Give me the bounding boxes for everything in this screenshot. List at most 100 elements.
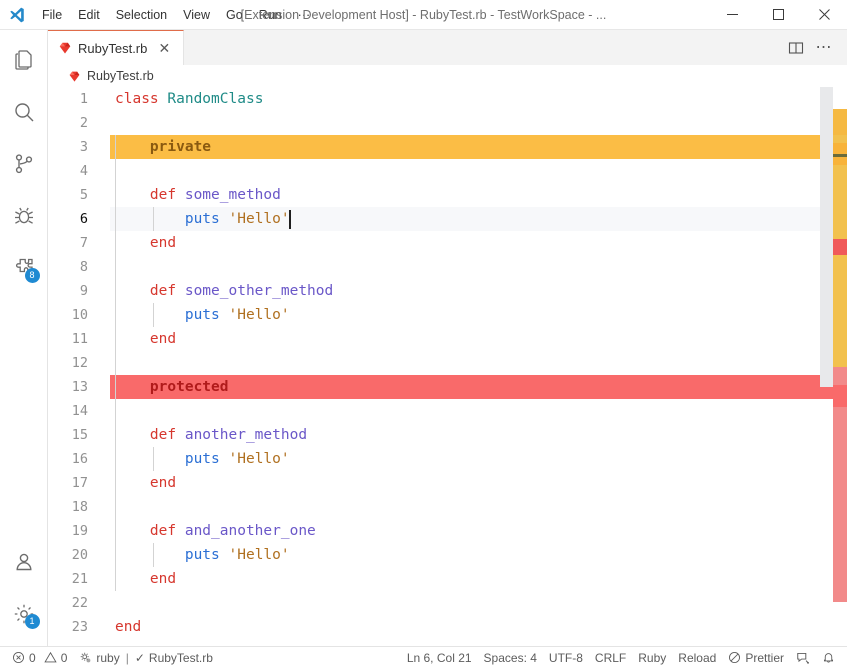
menu-run[interactable]: Run xyxy=(251,0,290,30)
line-number: 13 xyxy=(71,379,88,395)
line-content[interactable]: end xyxy=(110,327,847,351)
status-language-mode[interactable]: Ruby xyxy=(632,647,672,668)
line-tokens: class RandomClass xyxy=(115,91,263,107)
close-button[interactable] xyxy=(801,0,847,30)
status-eol[interactable]: CRLF xyxy=(589,647,632,668)
line-number: 20 xyxy=(71,547,88,563)
code-line[interactable]: 10 puts 'Hello' xyxy=(48,303,847,327)
status-encoding[interactable]: UTF-8 xyxy=(543,647,589,668)
line-content[interactable]: def another_method xyxy=(110,423,847,447)
line-content[interactable] xyxy=(110,255,847,279)
token: and_another_one xyxy=(184,523,316,539)
code-line[interactable]: 19 def and_another_one xyxy=(48,519,847,543)
line-tokens: def some_other_method xyxy=(115,283,333,299)
code-line[interactable]: 11 end xyxy=(48,327,847,351)
menu-view[interactable]: View xyxy=(175,0,218,30)
tab-close-button[interactable]: ✕ xyxy=(155,39,173,57)
status-error-count: 0 xyxy=(29,650,36,665)
line-content[interactable]: def and_another_one xyxy=(110,519,847,543)
status-notifications[interactable] xyxy=(816,647,841,668)
activity-extensions[interactable]: 8 xyxy=(0,242,48,294)
code-line[interactable]: 15 def another_method xyxy=(48,423,847,447)
code-line[interactable]: 14 xyxy=(48,399,847,423)
menu-go[interactable]: Go xyxy=(218,0,251,30)
line-content[interactable] xyxy=(110,591,847,615)
line-tokens xyxy=(115,259,150,275)
code-line[interactable]: 9 def some_other_method xyxy=(48,279,847,303)
token: RandomClass xyxy=(167,91,264,107)
ruler-mark-red-main xyxy=(833,385,847,407)
line-content[interactable]: puts 'Hello' xyxy=(110,543,847,567)
line-content[interactable]: protected xyxy=(110,375,847,399)
menu-edit[interactable]: Edit xyxy=(70,0,108,30)
status-reload[interactable]: Reload xyxy=(672,647,722,668)
line-content[interactable] xyxy=(110,351,847,375)
line-number: 19 xyxy=(71,523,88,539)
code-line[interactable]: 2 xyxy=(48,111,847,135)
breadcrumb[interactable]: RubyTest.rb xyxy=(48,65,847,87)
token: protected xyxy=(149,379,229,395)
status-feedback[interactable] xyxy=(790,647,816,668)
line-content[interactable]: end xyxy=(110,231,847,255)
line-content[interactable]: def some_method xyxy=(110,183,847,207)
code-line[interactable]: 3 private xyxy=(48,135,847,159)
code-line[interactable]: 16 puts 'Hello' xyxy=(48,447,847,471)
line-content[interactable]: end xyxy=(110,567,847,591)
code-line[interactable]: 5 def some_method xyxy=(48,183,847,207)
activity-source-control[interactable] xyxy=(0,138,48,190)
line-content[interactable]: end xyxy=(110,615,847,639)
code-line[interactable]: 8 xyxy=(48,255,847,279)
line-content[interactable] xyxy=(110,159,847,183)
menu-file[interactable]: File xyxy=(34,0,70,30)
code-line[interactable]: 1 class RandomClass xyxy=(48,87,847,111)
line-tokens xyxy=(115,355,150,371)
maximize-button[interactable] xyxy=(755,0,801,30)
line-content[interactable]: class RandomClass xyxy=(110,87,847,111)
line-number: 16 xyxy=(71,451,88,467)
code-line[interactable]: 22 xyxy=(48,591,847,615)
line-content[interactable]: puts 'Hello' xyxy=(110,303,847,327)
activity-run-debug[interactable] xyxy=(0,190,48,242)
code-line[interactable]: 18 xyxy=(48,495,847,519)
status-line-col[interactable]: Ln 6, Col 21 xyxy=(401,647,478,668)
code-line[interactable]: 7 end xyxy=(48,231,847,255)
line-content[interactable] xyxy=(110,111,847,135)
code-line[interactable]: 12 xyxy=(48,351,847,375)
activity-search[interactable] xyxy=(0,86,48,138)
code-line[interactable]: 17 end xyxy=(48,471,847,495)
line-number: 5 xyxy=(79,187,88,203)
split-editor-button[interactable] xyxy=(783,35,809,61)
token: puts xyxy=(184,451,229,467)
code-line[interactable]: 13 protected xyxy=(48,375,847,399)
activity-settings[interactable]: 1 xyxy=(0,588,48,640)
editor-more-actions-button[interactable]: ⋯ xyxy=(811,35,837,61)
status-ruby-runner[interactable]: ruby | ✓ RubyTest.rb xyxy=(73,647,219,668)
status-problems[interactable]: 0 0 xyxy=(6,647,73,668)
code-line[interactable]: 4 xyxy=(48,159,847,183)
menu-selection[interactable]: Selection xyxy=(108,0,175,30)
line-content[interactable] xyxy=(110,399,847,423)
code-line[interactable]: 21 end xyxy=(48,567,847,591)
prohibited-icon xyxy=(728,651,741,664)
status-indentation[interactable]: Spaces: 4 xyxy=(478,647,543,668)
status-prettier[interactable]: Prettier xyxy=(722,647,790,668)
editor-scrollbar-slider[interactable] xyxy=(820,87,833,387)
line-content[interactable]: def some_other_method xyxy=(110,279,847,303)
tab-rubytest-rb[interactable]: RubyTest.rb ✕ xyxy=(48,30,185,65)
line-content[interactable] xyxy=(110,495,847,519)
overview-ruler[interactable] xyxy=(833,87,847,646)
code-line[interactable]: 23 end xyxy=(48,615,847,639)
ruler-mark-red-small xyxy=(833,239,847,255)
activity-explorer[interactable] xyxy=(0,34,48,86)
minimize-button[interactable] xyxy=(709,0,755,30)
menu-more[interactable]: ··· xyxy=(290,0,319,30)
code-lines[interactable]: 1 class RandomClass 2 3 private 4 5 def some… xyxy=(48,87,847,646)
activity-accounts[interactable] xyxy=(0,536,48,588)
line-content[interactable]: puts 'Hello' xyxy=(110,447,847,471)
code-line[interactable]: 6 puts 'Hello' xyxy=(48,207,847,231)
line-content[interactable]: private xyxy=(110,135,847,159)
line-content[interactable]: puts 'Hello' xyxy=(110,207,847,231)
code-line[interactable]: 20 puts 'Hello' xyxy=(48,543,847,567)
token: puts xyxy=(184,211,229,227)
line-content[interactable]: end xyxy=(110,471,847,495)
